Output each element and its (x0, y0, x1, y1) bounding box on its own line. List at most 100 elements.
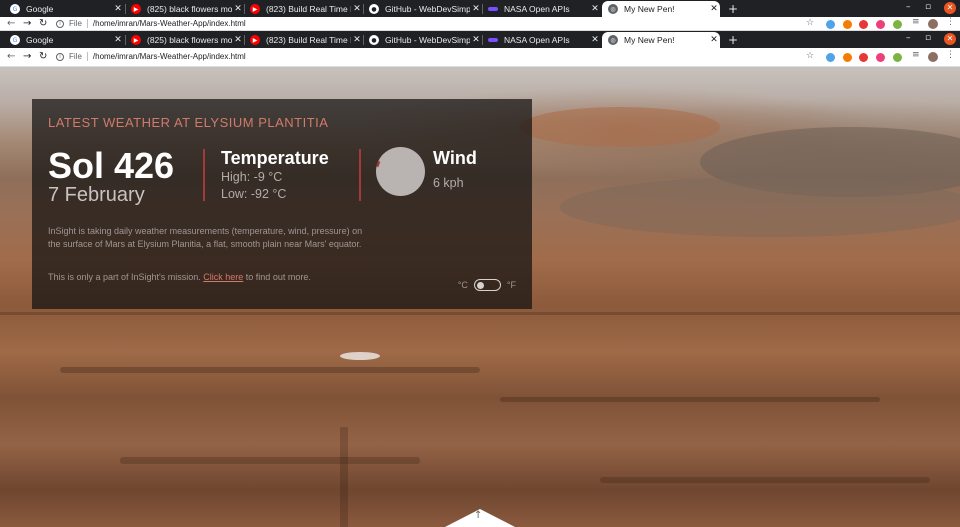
wind-heading: Wind (433, 148, 477, 168)
description: InSight is taking daily weather measurem… (48, 226, 363, 249)
scroll-up-button[interactable]: ↑ (445, 509, 515, 527)
extension-icon[interactable] (876, 20, 885, 29)
sol-date: 7 February (48, 184, 145, 206)
tab-face-recognition[interactable]: ▶ (823) Build Real Time Face ✕ (244, 1, 363, 17)
close-icon[interactable]: ✕ (112, 4, 124, 14)
new-tab-button[interactable]: + (728, 33, 738, 47)
temperature-block: Temperature High: -9 °C Low: -92 °C (221, 147, 329, 203)
menu-icon[interactable]: ⋮ (946, 50, 955, 60)
forward-icon[interactable]: → (23, 51, 31, 62)
unit-switch[interactable] (473, 279, 501, 291)
close-icon[interactable]: ✕ (351, 35, 363, 45)
close-icon[interactable]: ✕ (112, 35, 124, 45)
tab-face-recognition[interactable]: ▶ (823) Build Real Time Face ✕ (244, 32, 363, 48)
restore-icon[interactable]: ▫ (925, 2, 931, 12)
address-toolbar: ← → ↻ i File /home/imran/Mars-Weather-Ap… (0, 48, 960, 67)
menu-icon[interactable]: ⋮ (946, 17, 955, 27)
extension-icon[interactable] (876, 53, 885, 62)
divider (359, 149, 361, 201)
temperature-high: High: -9 °C (221, 170, 283, 184)
extension-icon[interactable] (893, 20, 902, 29)
tab-my-new-pen[interactable]: ◎ My New Pen! ✕ (602, 32, 720, 48)
weather-stats: Sol 426 7 February Temperature High: -9 … (48, 147, 516, 207)
queue-icon[interactable]: ≡ (912, 50, 920, 60)
fire-extension-icon[interactable] (843, 53, 852, 62)
tab-my-new-pen[interactable]: ◎ My New Pen! ✕ (602, 1, 720, 17)
youtube-icon: ▶ (131, 4, 141, 14)
address-bar[interactable]: i File /home/imran/Mars-Weather-App/inde… (56, 52, 246, 61)
tab-github[interactable]: ● GitHub - WebDevSimplifi ✕ (363, 32, 482, 48)
tab-black-flowers[interactable]: ▶ (825) black flowers movie ✕ (125, 32, 244, 48)
tab-github[interactable]: ● GitHub - WebDevSimplifi ✕ (363, 1, 482, 17)
window-close-button[interactable]: ✕ (944, 33, 956, 45)
github-icon: ● (369, 4, 379, 14)
youtube-icon: ▶ (250, 4, 260, 14)
youtube-icon: ▶ (250, 35, 260, 45)
youtube-icon: ▶ (131, 35, 141, 45)
avatar[interactable] (928, 52, 938, 62)
mars-background: LATEST WEATHER AT ELYSIUM PLANTITIA Sol … (0, 67, 960, 527)
tab-nasa[interactable]: NASA Open APIs ✕ (482, 1, 601, 17)
new-tab-button[interactable]: + (728, 2, 738, 16)
click-here-link[interactable]: Click here (203, 272, 243, 282)
address-bar[interactable]: i File /home/imran/Mars-Weather-App/inde… (56, 19, 246, 28)
forward-icon[interactable]: → (23, 18, 31, 29)
close-icon[interactable]: ✕ (708, 4, 720, 14)
dune (560, 177, 960, 237)
close-icon[interactable]: ✕ (589, 35, 601, 45)
fahrenheit-label: °F (506, 280, 516, 290)
cloud-extension-icon[interactable] (826, 20, 835, 29)
tab-nasa[interactable]: NASA Open APIs ✕ (482, 32, 601, 48)
sol-block: Sol 426 7 February (48, 147, 174, 206)
tab-black-flowers[interactable]: ▶ (825) black flowers movie ✕ (125, 1, 244, 17)
close-icon[interactable]: ✕ (470, 4, 482, 14)
close-icon[interactable]: ✕ (232, 4, 244, 14)
extension-icon[interactable] (859, 53, 868, 62)
wind-speed: 6 kph (433, 176, 464, 190)
tab-google[interactable]: G Google ✕ (4, 1, 124, 17)
close-icon[interactable]: ✕ (232, 35, 244, 45)
github-icon: ● (369, 35, 379, 45)
reload-icon[interactable]: ↻ (39, 51, 47, 62)
cloud-extension-icon[interactable] (826, 53, 835, 62)
reload-icon[interactable]: ↻ (39, 18, 47, 29)
star-icon[interactable]: ☆ (806, 18, 814, 28)
wind-direction-dial (376, 147, 425, 196)
minimize-icon[interactable]: – (906, 2, 911, 12)
unit-toggle: °C °F (458, 279, 516, 291)
url-text[interactable]: /home/imran/Mars-Weather-App/index.html (93, 52, 246, 61)
google-icon: G (10, 35, 20, 45)
window-close-button[interactable]: ✕ (944, 2, 956, 14)
google-icon: G (10, 4, 20, 14)
restore-icon[interactable]: ▫ (925, 33, 931, 43)
avatar[interactable] (928, 19, 938, 29)
url-text[interactable]: /home/imran/Mars-Weather-App/index.html (93, 19, 246, 28)
star-icon[interactable]: ☆ (806, 51, 814, 61)
tab-strip: G Google ✕ ▶ (825) black flowers movie ✕… (0, 31, 960, 48)
temperature-heading: Temperature (221, 148, 329, 168)
globe-icon: ◎ (608, 4, 618, 14)
temperature-low: Low: -92 °C (221, 187, 287, 201)
card-title: LATEST WEATHER AT ELYSIUM PLANTITIA (48, 115, 329, 130)
info-icon[interactable]: i (56, 52, 64, 61)
info-icon[interactable]: i (56, 19, 64, 28)
arrow-up-icon: ↑ (474, 510, 483, 521)
mission-text: This is only a part of InSight's mission… (48, 272, 311, 282)
close-icon[interactable]: ✕ (589, 4, 601, 14)
close-icon[interactable]: ✕ (470, 35, 482, 45)
extension-icon[interactable] (893, 53, 902, 62)
back-icon[interactable]: ← (7, 51, 15, 62)
close-icon[interactable]: ✕ (708, 35, 720, 45)
fire-extension-icon[interactable] (843, 20, 852, 29)
queue-icon[interactable]: ≡ (912, 17, 920, 27)
back-icon[interactable]: ← (7, 18, 15, 29)
weather-card: LATEST WEATHER AT ELYSIUM PLANTITIA Sol … (32, 99, 532, 309)
mesa (520, 107, 720, 147)
tab-google[interactable]: G Google ✕ (4, 32, 124, 48)
close-icon[interactable]: ✕ (351, 4, 363, 14)
globe-icon: ◎ (608, 35, 618, 45)
minimize-icon[interactable]: – (906, 33, 911, 43)
nasa-icon (488, 38, 498, 42)
extension-icon[interactable] (859, 20, 868, 29)
rock (340, 352, 380, 360)
